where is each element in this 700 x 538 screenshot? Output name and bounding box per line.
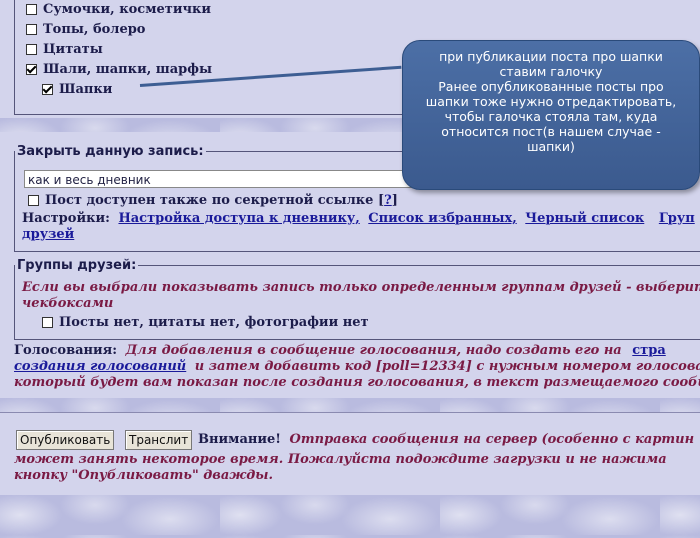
- warning-text-3: кнопку "Опубликовать" дважды.: [14, 468, 274, 483]
- category-checkbox[interactable]: [26, 64, 37, 75]
- category-item[interactable]: Цитаты: [26, 42, 103, 57]
- access-select-value: как и весь дневник: [28, 173, 151, 187]
- warning-text-2: может занять некоторое время. Пожалуйста…: [14, 452, 667, 467]
- secret-link-label: Пост доступен также по секретной ссылке …: [45, 193, 385, 208]
- callout-line: ставим галочку: [499, 64, 603, 79]
- category-label: Топы, болеро: [43, 22, 146, 37]
- category-label: Цитаты: [43, 42, 103, 57]
- secret-link-end: ]: [391, 193, 398, 208]
- category-item[interactable]: Топы, болеро: [26, 22, 145, 37]
- callout-line: шапки тоже нужно отредактировать,: [425, 94, 677, 109]
- friend-groups-link[interactable]: Груп: [659, 211, 695, 226]
- callout-line: при публикации поста про шапки: [439, 49, 663, 64]
- callout-line: чтобы галочка стояла там, куда: [444, 109, 658, 124]
- secret-link-option[interactable]: Пост доступен также по секретной ссылке …: [28, 193, 398, 208]
- publish-button[interactable]: Опубликовать: [16, 430, 115, 450]
- polls-line-1: Голосования: Для добавления в сообщение …: [14, 343, 666, 358]
- friend-group-label: Посты нет, цитаты нет, фотографии нет: [59, 315, 369, 330]
- category-item[interactable]: Сумочки, косметички: [26, 2, 211, 17]
- category-label: Сумочки, косметички: [43, 2, 212, 17]
- callout-line: Ранее опубликованные посты про: [438, 79, 664, 94]
- polls-label: Голосования:: [14, 343, 118, 358]
- friend-groups-link-cont[interactable]: друзей: [22, 227, 74, 242]
- settings-label: Настройки:: [22, 211, 110, 226]
- polls-text-3: который будет вам показан после создания…: [14, 375, 700, 390]
- settings-row-2: друзей: [22, 227, 74, 242]
- callout-line: шапки): [527, 139, 575, 154]
- polls-page-link[interactable]: стра: [632, 343, 665, 358]
- friend-groups-desc-2: чекбоксами: [22, 296, 113, 311]
- callout-line: относится пост(в нашем случае -: [441, 124, 661, 139]
- decorative-band: [0, 398, 700, 412]
- category-item[interactable]: Шали, шапки, шарфы: [26, 62, 212, 77]
- warning-line-2: может занять некоторое время. Пожалуйста…: [14, 452, 667, 467]
- polls-text-2: и затем добавить код [poll=12334] с нужн…: [194, 359, 700, 374]
- translit-button[interactable]: Транслит: [125, 430, 193, 450]
- warning-line-1: Внимание! Отправка сообщения на сервер (…: [198, 432, 694, 447]
- friend-group-checkbox[interactable]: [42, 317, 53, 328]
- secret-link-checkbox[interactable]: [28, 195, 39, 206]
- close-entry-legend: Закрыть данную запись:: [17, 144, 204, 159]
- category-checkbox[interactable]: [42, 84, 53, 95]
- friend-groups-desc-line1: Если вы выбрали показывать запись только…: [22, 280, 700, 295]
- category-label: Шали, шапки, шарфы: [43, 62, 212, 77]
- settings-row: Настройки: Настройка доступа к дневнику,…: [22, 211, 695, 226]
- friend-groups-desc-line2: чекбоксами: [22, 296, 114, 311]
- create-polls-link[interactable]: создания голосований: [14, 359, 186, 374]
- blacklist-link[interactable]: Черный список: [525, 211, 644, 226]
- favorites-link[interactable]: Список избранных,: [368, 211, 516, 226]
- friend-group-option[interactable]: Посты нет, цитаты нет, фотографии нет: [42, 315, 369, 330]
- category-checkbox[interactable]: [26, 44, 37, 55]
- polls-text-1: Для добавления в сообщение голосования, …: [125, 343, 622, 358]
- warning-label: Внимание!: [198, 432, 281, 447]
- category-checkbox[interactable]: [26, 24, 37, 35]
- annotation-callout: при публикации поста про шапки ставим га…: [402, 40, 700, 190]
- polls-line-3: который будет вам показан после создания…: [14, 375, 700, 390]
- category-label: Шапки: [59, 82, 113, 97]
- warning-text-1: Отправка сообщения на сервер (особенно с…: [289, 432, 695, 447]
- access-settings-link[interactable]: Настройка доступа к дневнику,: [118, 211, 359, 226]
- decorative-band: [0, 495, 700, 538]
- warning-line-3: кнопку "Опубликовать" дважды.: [14, 468, 273, 483]
- polls-line-2: создания голосований и затем добавить ко…: [14, 359, 700, 374]
- help-link[interactable]: ?: [384, 193, 392, 208]
- friend-groups-desc: Если вы выбрали показывать запись только…: [22, 280, 700, 295]
- subcategory-item[interactable]: Шапки: [42, 82, 112, 97]
- category-checkbox[interactable]: [26, 4, 37, 15]
- friend-groups-legend: Группы друзей:: [17, 258, 137, 273]
